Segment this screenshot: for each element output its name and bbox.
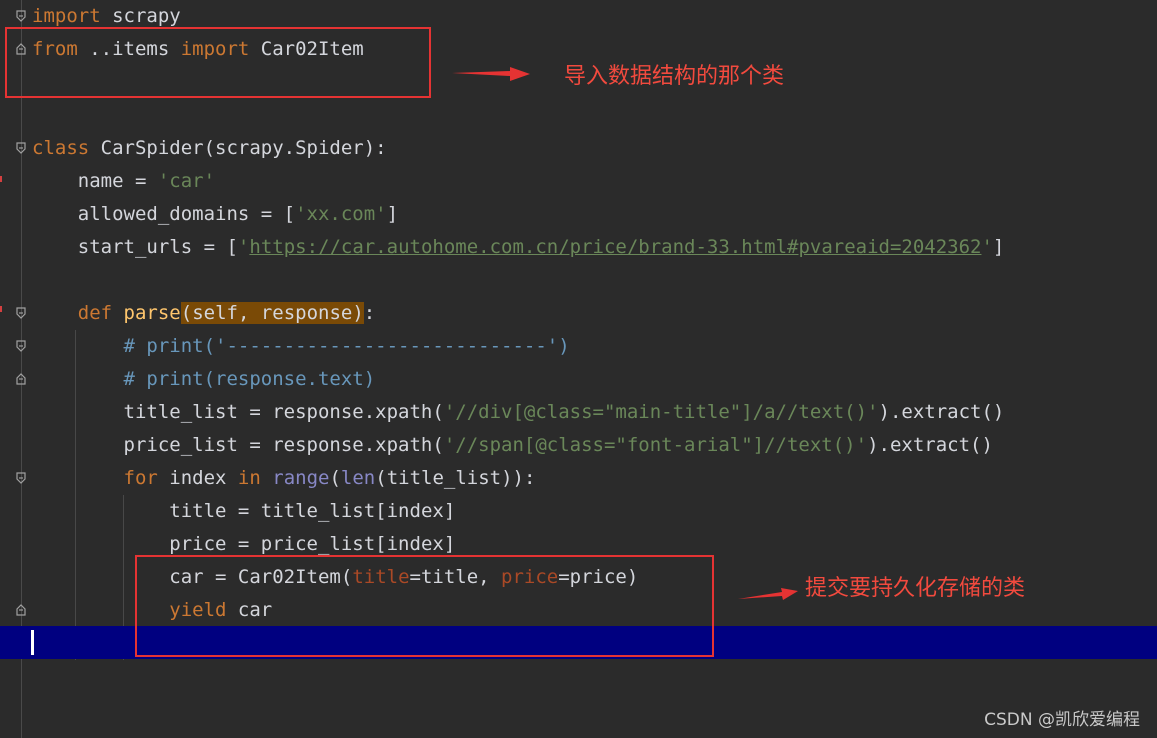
code-text: (title_list)): <box>375 467 536 489</box>
watermark: CSDN @凯欣爱编程 <box>984 710 1140 730</box>
import-note: 导入数据结构的那个类 <box>564 64 785 89</box>
string-literal: '//span[@class="font-arial"]//text()' <box>443 434 868 456</box>
error-stripe-mark <box>0 176 2 182</box>
comment: # print('----------------------------') <box>123 335 570 357</box>
string-literal: '//div[@class="main-title"]/a//text()' <box>443 401 879 423</box>
arrow-right-icon <box>452 67 530 81</box>
code-text: : <box>363 302 376 324</box>
code-line-8[interactable]: start_urls = ['https://car.autohome.com.… <box>32 231 1005 264</box>
arrow-right-icon <box>738 588 798 600</box>
fold-marker-icon[interactable] <box>14 306 28 320</box>
string-quote: ' <box>237 236 250 258</box>
code-text: name = <box>77 170 158 192</box>
code-text: allowed_domains = [ <box>77 203 296 225</box>
code-text: ( <box>329 467 341 489</box>
keyword: for <box>123 467 158 489</box>
fold-marker-icon[interactable] <box>14 9 28 23</box>
builtin-function: len <box>340 467 376 489</box>
keyword: def <box>77 302 113 324</box>
text-caret <box>31 630 34 655</box>
code-line-5[interactable]: class CarSpider(scrapy.Spider): <box>32 132 387 165</box>
code-editor[interactable]: import scrapy from ..items import Car02I… <box>0 0 1157 738</box>
code-line-14[interactable]: price_list = response.xpath('//span[@cla… <box>32 429 993 462</box>
code-line-12[interactable]: # print(response.text) <box>32 363 376 396</box>
error-stripe-mark <box>0 306 2 312</box>
code-text: ).extract() <box>878 401 1005 423</box>
yield-note: 提交要持久化存储的类 <box>805 576 1026 601</box>
code-line-7[interactable]: allowed_domains = ['xx.com'] <box>32 198 398 231</box>
code-line-11[interactable]: # print('----------------------------') <box>32 330 570 363</box>
keyword: in <box>237 467 261 489</box>
fold-marker-icon[interactable] <box>14 471 28 485</box>
builtin-function: range <box>272 467 330 489</box>
code-line-6[interactable]: name = 'car' <box>32 165 215 198</box>
fold-marker-icon[interactable] <box>14 372 28 386</box>
code-line-13[interactable]: title_list = response.xpath('//div[@clas… <box>32 396 1005 429</box>
code-text: ).extract() <box>867 434 993 456</box>
import-highlight-box <box>5 27 431 98</box>
code-text: ] <box>992 236 1005 258</box>
code-text: CarSpider(scrapy.Spider): <box>89 137 387 159</box>
string-quote: ' <box>981 236 993 258</box>
code-text: title = title_list[index] <box>169 500 456 522</box>
string-literal: 'car' <box>157 170 216 192</box>
url-link[interactable]: https://car.autohome.com.cn/price/brand-… <box>249 236 981 258</box>
fold-marker-icon[interactable] <box>14 339 28 353</box>
code-line-16[interactable]: title = title_list[index] <box>32 495 455 528</box>
code-line-10[interactable]: def parse(self, response): <box>32 297 375 330</box>
code-text: start_urls = [ <box>77 236 238 258</box>
fold-marker-icon[interactable] <box>14 141 28 155</box>
keyword: class <box>32 137 90 159</box>
code-text: title_list = response.xpath( <box>123 401 444 423</box>
fold-marker-icon[interactable] <box>14 603 28 617</box>
yield-highlight-box <box>135 555 714 657</box>
code-text: ] <box>386 203 399 225</box>
code-text: price_list = response.xpath( <box>123 434 444 456</box>
code-text: price = price_list[index] <box>169 533 456 555</box>
code-text: scrapy <box>100 5 181 27</box>
code-text: index <box>157 467 238 489</box>
code-line-15[interactable]: for index in range(len(title_list)): <box>32 462 536 495</box>
function-name: parse <box>123 302 181 324</box>
string-literal: 'xx.com' <box>295 203 387 225</box>
keyword: import <box>32 5 101 27</box>
highlighted-args: (self, response) <box>180 302 364 324</box>
comment: # print(response.text) <box>123 368 376 390</box>
